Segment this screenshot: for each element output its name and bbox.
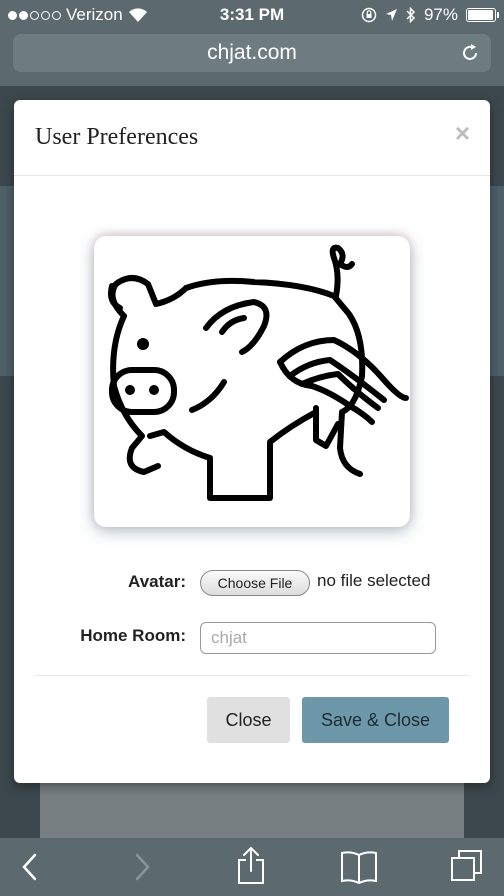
close-button[interactable]: Close xyxy=(207,697,290,743)
flying-pig-avatar xyxy=(108,244,409,501)
choose-file-button[interactable]: Choose File xyxy=(200,570,310,596)
home-room-label: Home Room: xyxy=(80,626,186,645)
save-and-close-button[interactable]: Save & Close xyxy=(302,697,449,743)
location-icon xyxy=(385,9,397,21)
reload-icon[interactable] xyxy=(459,42,481,64)
bluetooth-icon xyxy=(406,7,416,23)
browser-toolbar xyxy=(0,838,504,896)
modal-header: User Preferences × xyxy=(14,100,490,176)
url-text: chjat.com xyxy=(207,41,297,64)
file-status-text: no file selected xyxy=(317,571,431,590)
status-right: 97% xyxy=(361,5,499,25)
close-icon[interactable]: × xyxy=(455,120,470,146)
bookmarks-icon[interactable] xyxy=(340,850,378,884)
battery-icon xyxy=(466,8,499,22)
forward-icon[interactable] xyxy=(130,850,154,884)
avatar-label: Avatar: xyxy=(128,572,186,591)
address-bar[interactable]: chjat.com xyxy=(13,34,491,72)
back-icon[interactable] xyxy=(18,850,42,884)
modal-title: User Preferences xyxy=(35,124,199,150)
tabs-icon[interactable] xyxy=(449,848,485,884)
footer-divider xyxy=(35,675,469,676)
share-icon[interactable] xyxy=(236,846,266,886)
battery-percent: 97% xyxy=(423,5,458,24)
browser-header: chjat.com xyxy=(0,30,504,86)
status-bar: Verizon 3:31 PM 97% xyxy=(0,0,504,30)
user-preferences-modal: User Preferences × Avatar: Choose File n… xyxy=(14,100,490,783)
avatar-preview xyxy=(94,236,410,527)
home-room-input[interactable] xyxy=(200,622,436,654)
lock-rotation-icon xyxy=(361,7,377,23)
